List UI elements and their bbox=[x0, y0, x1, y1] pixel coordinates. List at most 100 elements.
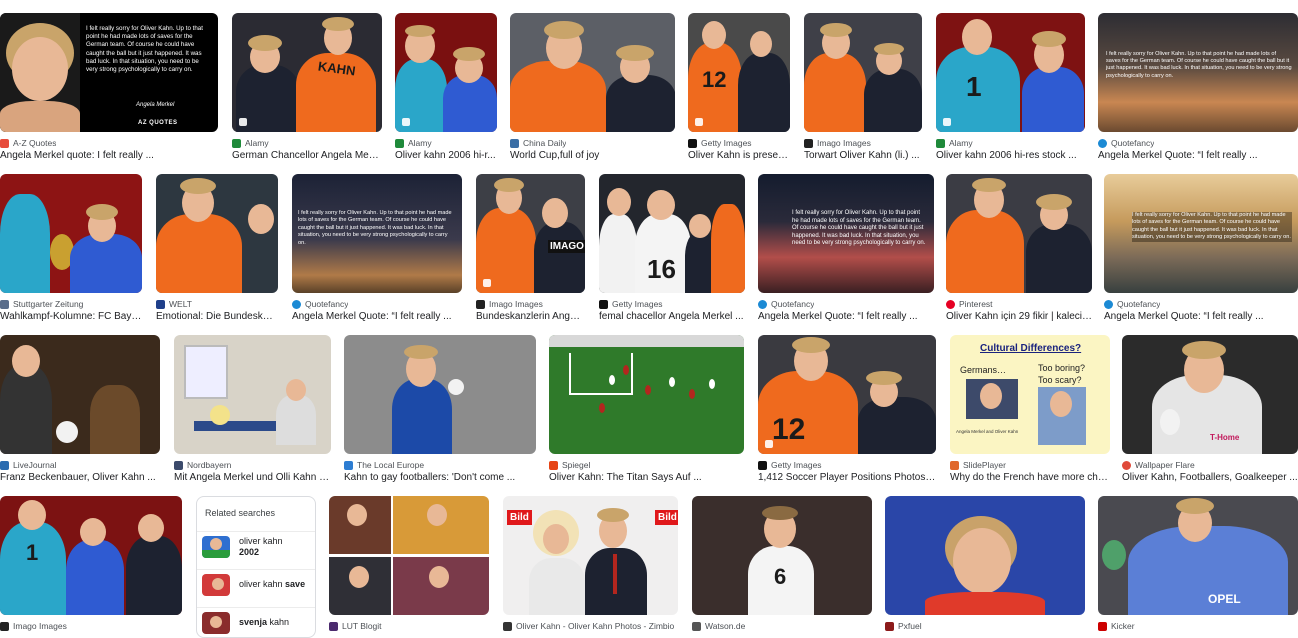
result-20[interactable]: Spiegel Oliver Kahn: The Titan Says Auf … bbox=[549, 335, 744, 485]
result-2-thumbnail[interactable]: KAHN bbox=[232, 13, 382, 132]
result-7[interactable]: 1 Alamy Oliver kahn 2006 hi-res stock ..… bbox=[936, 13, 1085, 163]
result-5[interactable]: 12 Getty Images Oliver Kahn is presen... bbox=[688, 13, 790, 163]
result-27[interactable]: 6 Watson.de bbox=[692, 496, 872, 636]
result-caption[interactable]: Kahn to gay footballers: 'Don't come ... bbox=[344, 471, 536, 485]
result-29-thumbnail[interactable]: OPEL bbox=[1098, 496, 1298, 615]
source-name: Getty Images bbox=[612, 299, 663, 309]
result-caption[interactable]: femal chacellor Angela Merkel ... bbox=[599, 310, 745, 324]
result-21[interactable]: 12 Getty Images 1,412 Soccer Player Posi… bbox=[758, 335, 936, 485]
result-21-thumbnail[interactable]: 12 bbox=[758, 335, 936, 454]
result-9-thumbnail[interactable] bbox=[0, 174, 142, 293]
result-28[interactable]: Pxfuel bbox=[885, 496, 1085, 636]
result-22-thumbnail[interactable]: Cultural Differences? Germans… Too borin… bbox=[950, 335, 1110, 454]
result-caption[interactable]: Angela Merkel Quote: “I felt really ... bbox=[292, 310, 462, 324]
result-caption[interactable]: Angela Merkel Quote: “I felt really ... bbox=[1098, 149, 1298, 163]
result-13[interactable]: 16 Getty Images femal chacellor Angela M… bbox=[599, 174, 745, 324]
result-19-thumbnail[interactable] bbox=[344, 335, 536, 454]
source-favicon bbox=[510, 138, 519, 148]
result-19[interactable]: The Local Europe Kahn to gay footballers… bbox=[344, 335, 536, 485]
result-caption[interactable]: Angela Merkel Quote: “I felt really ... bbox=[758, 310, 934, 324]
result-caption[interactable]: Why do the French have more chil... bbox=[950, 471, 1110, 485]
result-3-thumbnail[interactable] bbox=[395, 13, 497, 132]
related-text: oliver kahn bbox=[239, 579, 283, 589]
result-3[interactable]: Alamy Oliver kahn 2006 hi-r... bbox=[395, 13, 497, 163]
result-15[interactable]: Pinterest Oliver Kahn için 29 fikir | ka… bbox=[946, 174, 1092, 324]
result-20-thumbnail[interactable] bbox=[549, 335, 744, 454]
source-favicon bbox=[1098, 138, 1107, 148]
result-24[interactable]: 1 Imago Images bbox=[0, 496, 182, 636]
result-15-thumbnail[interactable] bbox=[946, 174, 1092, 293]
result-caption[interactable]: Oliver Kahn, Footballers, Goalkeeper ... bbox=[1122, 471, 1298, 485]
jersey-number: 12 bbox=[702, 67, 727, 92]
related-searches-panel: Related searches oliver kahn 2002 oliver … bbox=[196, 496, 316, 638]
result-caption[interactable]: Oliver Kahn: The Titan Says Auf ... bbox=[549, 471, 744, 485]
result-24-thumbnail[interactable]: 1 bbox=[0, 496, 182, 615]
result-1[interactable]: I felt really sorry for Oliver Kahn. Up … bbox=[0, 13, 218, 163]
result-caption[interactable]: Wahlkampf-Kolumne: FC Baye... bbox=[0, 310, 142, 324]
result-6-thumbnail[interactable] bbox=[804, 13, 922, 132]
result-2[interactable]: KAHN Alamy German Chancellor Angela Merk… bbox=[232, 13, 382, 163]
result-16[interactable]: I felt really sorry for Oliver Kahn. Up … bbox=[1104, 174, 1298, 324]
result-22[interactable]: Cultural Differences? Germans… Too borin… bbox=[950, 335, 1110, 485]
result-4[interactable]: China Daily World Cup,full of joy bbox=[510, 13, 675, 163]
source-favicon bbox=[599, 299, 608, 309]
result-10[interactable]: WELT Emotional: Die Bundeskan... bbox=[156, 174, 278, 324]
result-7-thumbnail[interactable]: 1 bbox=[936, 13, 1085, 132]
result-14[interactable]: I felt really sorry for Oliver Kahn. Up … bbox=[758, 174, 934, 324]
source-name: LUT Blogit bbox=[342, 621, 382, 631]
result-18[interactable]: Nordbayern Mit Angela Merkel und Olli Ka… bbox=[174, 335, 331, 485]
result-17-thumbnail[interactable] bbox=[0, 335, 160, 454]
result-27-thumbnail[interactable]: 6 bbox=[692, 496, 872, 615]
result-28-thumbnail[interactable] bbox=[885, 496, 1085, 615]
result-caption[interactable]: German Chancellor Angela Merk... bbox=[232, 149, 382, 163]
source-name: Imago Images bbox=[817, 138, 871, 148]
result-23-thumbnail[interactable]: T-Home bbox=[1122, 335, 1298, 454]
related-search-item[interactable]: oliver kahn 2002 bbox=[197, 531, 315, 562]
source-favicon bbox=[174, 460, 183, 470]
quote-text: I felt really sorry for Oliver Kahn. Up … bbox=[1132, 212, 1292, 242]
azquotes-logo: AZ QUOTES bbox=[138, 120, 178, 126]
result-14-thumbnail[interactable]: I felt really sorry for Oliver Kahn. Up … bbox=[758, 174, 934, 293]
result-caption[interactable]: World Cup,full of joy bbox=[510, 149, 675, 163]
related-search-item[interactable]: oliver kahn save bbox=[197, 569, 315, 600]
result-4-thumbnail[interactable] bbox=[510, 13, 675, 132]
result-caption[interactable]: Oliver kahn 2006 hi-res stock ... bbox=[936, 149, 1085, 163]
result-10-thumbnail[interactable] bbox=[156, 174, 278, 293]
result-18-thumbnail[interactable] bbox=[174, 335, 331, 454]
result-6[interactable]: Imago Images Torwart Oliver Kahn (li.) .… bbox=[804, 13, 922, 163]
source-name: Nordbayern bbox=[187, 460, 232, 470]
result-caption[interactable]: Mit Angela Merkel und Olli Kahn in... bbox=[174, 471, 331, 485]
result-caption[interactable]: Angela Merkel quote: I felt really ... bbox=[0, 149, 218, 163]
result-11-thumbnail[interactable]: I felt really sorry for Oliver Kahn. Up … bbox=[292, 174, 462, 293]
result-13-thumbnail[interactable]: 16 bbox=[599, 174, 745, 293]
result-caption[interactable]: 1,412 Soccer Player Positions Photos ... bbox=[758, 471, 936, 485]
source-name: Pxfuel bbox=[898, 621, 922, 631]
related-search-item[interactable]: svenja kahn bbox=[197, 607, 315, 638]
result-caption[interactable]: Bundeskanzlerin Angel... bbox=[476, 310, 585, 324]
result-16-thumbnail[interactable]: I felt really sorry for Oliver Kahn. Up … bbox=[1104, 174, 1298, 293]
result-17[interactable]: LiveJournal Franz Beckenbauer, Oliver Ka… bbox=[0, 335, 160, 485]
result-11[interactable]: I felt really sorry for Oliver Kahn. Up … bbox=[292, 174, 462, 324]
result-26[interactable]: Bild Bild Oliver Kahn - Oliver Kahn Phot… bbox=[503, 496, 678, 636]
result-25-thumbnail[interactable] bbox=[329, 496, 489, 615]
result-29[interactable]: OPEL Kicker bbox=[1098, 496, 1298, 636]
result-23[interactable]: T-Home Wallpaper Flare Oliver Kahn, Foot… bbox=[1122, 335, 1298, 485]
result-9[interactable]: Stuttgarter Zeitung Wahlkampf-Kolumne: F… bbox=[0, 174, 142, 324]
result-26-thumbnail[interactable]: Bild Bild bbox=[503, 496, 678, 615]
result-caption[interactable]: Franz Beckenbauer, Oliver Kahn ... bbox=[0, 471, 160, 485]
result-caption[interactable]: Torwart Oliver Kahn (li.) ... bbox=[804, 149, 922, 163]
result-8[interactable]: I felt really sorry for Oliver Kahn. Up … bbox=[1098, 13, 1298, 163]
result-12[interactable]: IMAGO Imago Images Bundeskanzlerin Angel… bbox=[476, 174, 585, 324]
result-8-thumbnail[interactable]: I felt really sorry for Oliver Kahn. Up … bbox=[1098, 13, 1298, 132]
result-1-thumbnail[interactable]: I felt really sorry for Oliver Kahn. Up … bbox=[0, 13, 218, 132]
sponsor-text: T-Home bbox=[1210, 433, 1240, 442]
result-5-thumbnail[interactable]: 12 bbox=[688, 13, 790, 132]
result-caption[interactable]: Oliver kahn 2006 hi-r... bbox=[395, 149, 497, 163]
result-12-thumbnail[interactable]: IMAGO bbox=[476, 174, 585, 293]
result-25[interactable]: LUT Blogit bbox=[329, 496, 489, 636]
result-caption[interactable]: Emotional: Die Bundeskan... bbox=[156, 310, 278, 324]
quote-text: I felt really sorry for Oliver Kahn. Up … bbox=[792, 210, 926, 247]
result-caption[interactable]: Angela Merkel Quote: “I felt really ... bbox=[1104, 310, 1298, 324]
result-caption[interactable]: Oliver Kahn is presen... bbox=[688, 149, 790, 163]
result-caption[interactable]: Oliver Kahn için 29 fikir | kaleci ... bbox=[946, 310, 1092, 324]
